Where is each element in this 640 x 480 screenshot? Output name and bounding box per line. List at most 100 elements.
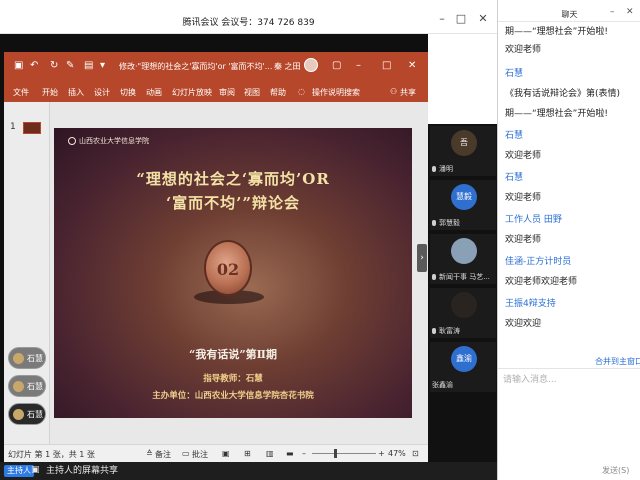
chat-sender: 工作人员 田野 bbox=[505, 215, 562, 225]
thumbnail-number: 1 bbox=[10, 122, 16, 132]
tab-help[interactable]: 帮助 bbox=[270, 87, 286, 98]
customize-icon[interactable]: ▾ bbox=[100, 60, 105, 71]
mic-icon bbox=[432, 166, 436, 172]
tab-home[interactable]: 开始 bbox=[42, 87, 58, 98]
user-name[interactable]: 秦 之田 bbox=[274, 61, 301, 72]
participant-name: 耿富涛 bbox=[432, 326, 460, 336]
chat-minimize-button[interactable]: – bbox=[610, 7, 615, 17]
chat-message: 期——“理想社会”开始啦! bbox=[505, 27, 608, 37]
merge-to-main-window-link[interactable]: 合并到主窗口 bbox=[595, 356, 640, 367]
zoom-out-button[interactable]: – bbox=[302, 449, 306, 458]
chip-label: 石慧 bbox=[27, 354, 43, 363]
format-painter-icon[interactable]: ✎ bbox=[66, 60, 74, 71]
chip-avatar bbox=[13, 381, 24, 392]
zoom-slider-handle[interactable] bbox=[334, 449, 337, 458]
collapse-participants-button[interactable]: › bbox=[417, 244, 427, 272]
tab-slideshow[interactable]: 幻灯片放映 bbox=[172, 87, 212, 98]
chat-message: 期——“理想社会”开始啦! bbox=[505, 109, 608, 119]
chat-message: 欢迎老师欢迎老师 bbox=[505, 277, 578, 287]
tab-insert[interactable]: 插入 bbox=[68, 87, 84, 98]
comment-icon[interactable]: ▭ bbox=[182, 449, 190, 458]
participant-tile[interactable]: 鑫渝 张鑫渝 bbox=[430, 342, 496, 392]
slideshow-view-icon[interactable]: ▬ bbox=[286, 449, 294, 458]
participant-chip[interactable]: 石慧 bbox=[8, 375, 46, 397]
participant-tile[interactable]: 耿富涛 bbox=[430, 288, 496, 338]
meeting-titlebar: 腾讯会议 会议号：374 726 839 – □ ✕ bbox=[0, 0, 497, 34]
chat-sender: 石慧 bbox=[505, 173, 524, 183]
screen-share-label: 主持人的屏幕共享 bbox=[46, 466, 119, 476]
participant-tile[interactable]: 新闻干事 马艺... bbox=[430, 234, 496, 284]
ppt-close-button[interactable]: ✕ bbox=[408, 60, 416, 71]
slide-title-line1: “理想的社会之‘寡而均’OR bbox=[136, 170, 330, 188]
share-button[interactable]: 共享 bbox=[400, 87, 416, 98]
slide-advisor: 指导教师：石慧 bbox=[203, 374, 263, 384]
chat-message: 欢迎欢迎 bbox=[505, 319, 542, 329]
slide-subtitle: “我有话说”第Ⅱ期 bbox=[189, 348, 277, 361]
school-emblem-icon bbox=[68, 137, 76, 145]
participant-name: 新闻干事 马艺... bbox=[432, 272, 490, 282]
meeting-bottom-bar: 主持人 ▣ 主持人的屏幕共享 bbox=[0, 462, 497, 480]
chat-message: 欢迎老师 bbox=[505, 45, 542, 55]
participant-avatar bbox=[451, 238, 477, 264]
notes-icon[interactable]: ≙ bbox=[146, 449, 153, 458]
participant-name: 郭慧毅 bbox=[432, 218, 460, 228]
chat-sender: 石慧 bbox=[505, 69, 524, 79]
slide-thumbnail[interactable] bbox=[23, 122, 41, 134]
send-button[interactable]: 发送(S) bbox=[602, 465, 629, 476]
participant-name: 潘明 bbox=[432, 164, 453, 174]
tell-me-search[interactable]: 操作说明搜索 bbox=[312, 87, 360, 98]
participant-tile[interactable]: 慧毅 郭慧毅 bbox=[430, 180, 496, 230]
undo-icon[interactable]: ↶ bbox=[30, 60, 38, 71]
minimize-button[interactable]: – bbox=[434, 12, 450, 26]
maximize-button[interactable]: □ bbox=[453, 12, 469, 26]
mic-icon bbox=[432, 328, 436, 334]
zoom-level[interactable]: 47% bbox=[388, 449, 406, 458]
participant-video-strip: 吾 潘明 慧毅 郭慧毅 新闻干事 马艺... 耿富涛 鑫渝 张鑫渝 bbox=[428, 124, 497, 462]
present-icon[interactable]: ▤ bbox=[84, 60, 93, 71]
chat-message: 欢迎老师 bbox=[505, 151, 542, 161]
sorter-view-icon[interactable]: ⊞ bbox=[244, 449, 251, 458]
document-title: 修改·"理想的社会之'寡而均'or '富而不均'... bbox=[119, 62, 273, 71]
chat-panel: 聊天 – ✕ 期——“理想社会”开始啦! 欢迎老师 石慧 《我有话说辩论会》第(表情)… bbox=[497, 0, 640, 480]
user-avatar[interactable] bbox=[304, 58, 318, 72]
person-icon: ⚇ bbox=[390, 87, 398, 96]
participant-chip[interactable]: 石慧 bbox=[8, 403, 46, 425]
comments-button[interactable]: 批注 bbox=[192, 449, 208, 460]
save-icon[interactable]: ▣ bbox=[14, 60, 23, 71]
chat-message-list[interactable]: 期——“理想社会”开始啦! 欢迎老师 石慧 《我有话说辩论会》第(表情) 期——“理想社… bbox=[498, 22, 640, 352]
close-button[interactable]: ✕ bbox=[475, 12, 491, 26]
meeting-window: 腾讯会议 会议号：374 726 839 – □ ✕ ▣ ↶ ↻ ✎ ▤ ▾ 修… bbox=[0, 0, 497, 480]
tab-file[interactable]: 文件 bbox=[13, 87, 29, 98]
participant-chip[interactable]: 石慧 bbox=[8, 347, 46, 369]
chat-sender: 佳涵-正方计时员 bbox=[505, 257, 572, 267]
chat-sender: 石慧 bbox=[505, 131, 524, 141]
chat-message: 欢迎老师 bbox=[505, 193, 542, 203]
ppt-maximize-button[interactable]: □ bbox=[382, 60, 391, 71]
chat-divider bbox=[498, 368, 640, 369]
tab-view[interactable]: 视图 bbox=[244, 87, 260, 98]
reading-view-icon[interactable]: ▥ bbox=[266, 449, 274, 458]
chat-close-button[interactable]: ✕ bbox=[626, 7, 634, 17]
tab-animations[interactable]: 动画 bbox=[146, 87, 162, 98]
chat-input[interactable] bbox=[503, 372, 636, 452]
zoom-in-button[interactable]: + bbox=[378, 449, 385, 458]
participant-tile[interactable]: 吾 潘明 bbox=[430, 126, 496, 176]
tab-transitions[interactable]: 切换 bbox=[120, 87, 136, 98]
tab-review[interactable]: 审阅 bbox=[219, 87, 235, 98]
ribbon-display-icon[interactable]: ▢ bbox=[332, 60, 341, 71]
notes-button[interactable]: 备注 bbox=[155, 449, 171, 460]
chat-sender: 王振4辩支持 bbox=[505, 299, 556, 309]
redo-icon[interactable]: ↻ bbox=[50, 60, 58, 71]
participant-avatar: 鑫渝 bbox=[451, 346, 477, 372]
normal-view-icon[interactable]: ▣ bbox=[222, 449, 230, 458]
chat-message: 欢迎老师 bbox=[505, 235, 542, 245]
host-badge: 主持人 bbox=[4, 465, 34, 477]
monitor-icon: ▣ bbox=[31, 465, 40, 475]
zoom-slider[interactable] bbox=[312, 453, 376, 454]
tab-design[interactable]: 设计 bbox=[94, 87, 110, 98]
fit-slide-icon[interactable]: ⊡ bbox=[412, 449, 419, 458]
coin-text: 02 bbox=[216, 260, 240, 279]
chip-avatar bbox=[13, 409, 24, 420]
chat-header: 聊天 – ✕ bbox=[498, 0, 640, 22]
ppt-minimize-button[interactable]: – bbox=[356, 60, 361, 71]
